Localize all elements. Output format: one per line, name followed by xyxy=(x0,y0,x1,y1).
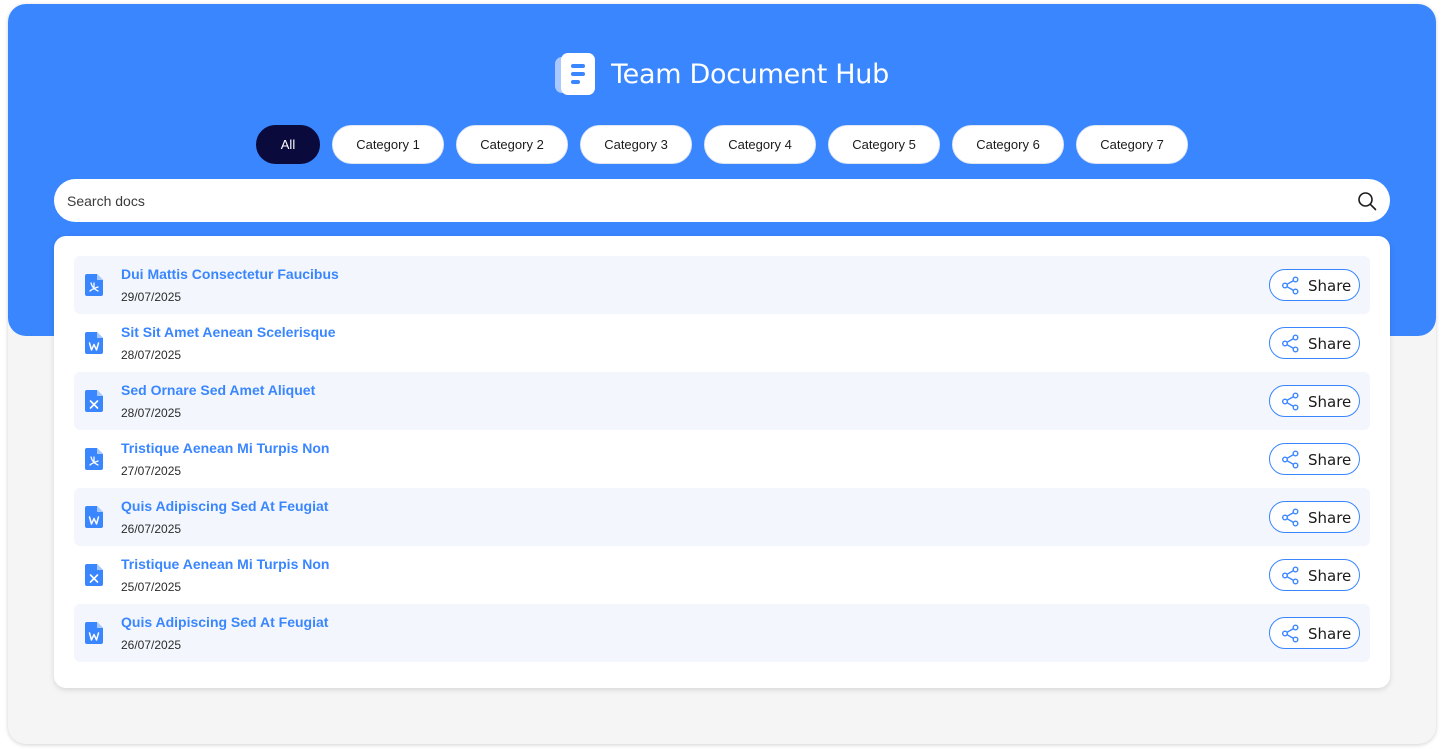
filter-chip-all[interactable]: All xyxy=(256,125,320,164)
share-icon xyxy=(1282,276,1299,295)
document-title[interactable]: Quis Adipiscing Sed At Feugiat xyxy=(121,614,328,630)
filter-chip-category-3[interactable]: Category 3 xyxy=(580,125,692,164)
document-title[interactable]: Dui Mattis Consectetur Faucibus xyxy=(121,266,339,282)
filter-chip-category-1[interactable]: Category 1 xyxy=(332,125,444,164)
document-row[interactable]: Sed Ornare Sed Amet Aliquet 28/07/2025 S… xyxy=(74,372,1370,430)
word-file-icon xyxy=(85,622,103,644)
share-icon xyxy=(1282,624,1299,643)
share-icon xyxy=(1282,450,1299,469)
document-icon xyxy=(555,53,596,95)
share-button[interactable]: Share xyxy=(1269,617,1360,649)
share-label: Share xyxy=(1308,567,1352,585)
excel-file-icon xyxy=(85,564,103,586)
document-row[interactable]: Quis Adipiscing Sed At Feugiat 26/07/202… xyxy=(74,604,1370,662)
share-icon xyxy=(1282,334,1299,353)
word-file-icon xyxy=(85,506,103,528)
document-row[interactable]: Tristique Aenean Mi Turpis Non 25/07/202… xyxy=(74,546,1370,604)
page-title: Team Document Hub xyxy=(611,58,889,90)
share-label: Share xyxy=(1308,509,1352,527)
category-filter-bar: All Category 1 Category 2 Category 3 Cat… xyxy=(0,125,1444,164)
share-label: Share xyxy=(1308,393,1352,411)
share-button[interactable]: Share xyxy=(1269,385,1360,417)
share-button[interactable]: Share xyxy=(1269,269,1360,301)
document-title[interactable]: Tristique Aenean Mi Turpis Non xyxy=(121,556,329,572)
pdf-file-icon xyxy=(85,274,103,296)
document-title[interactable]: Quis Adipiscing Sed At Feugiat xyxy=(121,498,328,514)
share-icon xyxy=(1282,392,1299,411)
share-button[interactable]: Share xyxy=(1269,559,1360,591)
document-title[interactable]: Tristique Aenean Mi Turpis Non xyxy=(121,440,329,456)
word-file-icon xyxy=(85,332,103,354)
document-date: 25/07/2025 xyxy=(121,580,182,594)
document-row[interactable]: Tristique Aenean Mi Turpis Non 27/07/202… xyxy=(74,430,1370,488)
document-date: 26/07/2025 xyxy=(121,638,182,652)
filter-chip-category-7[interactable]: Category 7 xyxy=(1076,125,1188,164)
share-button[interactable]: Share xyxy=(1269,501,1360,533)
document-row[interactable]: Quis Adipiscing Sed At Feugiat 26/07/202… xyxy=(74,488,1370,546)
share-label: Share xyxy=(1308,625,1352,643)
document-title[interactable]: Sit Sit Amet Aenean Scelerisque xyxy=(121,324,335,340)
excel-file-icon xyxy=(85,390,103,412)
share-label: Share xyxy=(1308,335,1352,353)
filter-chip-category-2[interactable]: Category 2 xyxy=(456,125,568,164)
document-date: 26/07/2025 xyxy=(121,522,182,536)
document-title[interactable]: Sed Ornare Sed Amet Aliquet xyxy=(121,382,315,398)
header: Team Document Hub xyxy=(0,52,1444,96)
share-icon xyxy=(1282,508,1299,527)
search-icon[interactable] xyxy=(1356,190,1378,212)
share-label: Share xyxy=(1308,277,1352,295)
document-list-card: Dui Mattis Consectetur Faucibus 29/07/20… xyxy=(54,236,1390,688)
share-button[interactable]: Share xyxy=(1269,443,1360,475)
search-input[interactable] xyxy=(54,179,1344,222)
document-date: 29/07/2025 xyxy=(121,290,182,304)
filter-chip-category-6[interactable]: Category 6 xyxy=(952,125,1064,164)
share-button[interactable]: Share xyxy=(1269,327,1360,359)
share-icon xyxy=(1282,566,1299,585)
share-label: Share xyxy=(1308,451,1352,469)
document-date: 28/07/2025 xyxy=(121,406,182,420)
filter-chip-category-4[interactable]: Category 4 xyxy=(704,125,816,164)
document-date: 28/07/2025 xyxy=(121,348,182,362)
document-list: Dui Mattis Consectetur Faucibus 29/07/20… xyxy=(74,256,1370,662)
document-row[interactable]: Dui Mattis Consectetur Faucibus 29/07/20… xyxy=(74,256,1370,314)
search-bar xyxy=(54,179,1390,222)
filter-chip-category-5[interactable]: Category 5 xyxy=(828,125,940,164)
document-row[interactable]: Sit Sit Amet Aenean Scelerisque 28/07/20… xyxy=(74,314,1370,372)
document-date: 27/07/2025 xyxy=(121,464,182,478)
pdf-file-icon xyxy=(85,448,103,470)
